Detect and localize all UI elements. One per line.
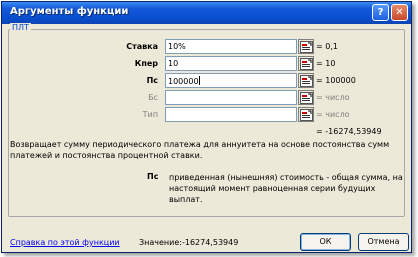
value-label: Значение: [139,238,182,247]
arg-input-rate[interactable]: 10% [165,39,297,54]
collapse-dialog-icon[interactable] [298,90,314,105]
arg-result-fv: = число [316,93,350,102]
arg-input-pv[interactable]: 100000 [165,73,297,88]
arg-label-fv: Бс [148,93,158,102]
arg-input-pv-value: 100000 [168,77,199,86]
function-arguments-dialog: Аргументы функции ? ✕ ПЛТ Ставка 10% = 0… [1,1,412,253]
arg-result-type: = число [316,110,350,119]
collapse-dialog-icon[interactable] [298,39,314,54]
function-result: = -16274,53949 [316,127,382,136]
arg-label-nper: Кпер [134,59,158,68]
arg-result-nper: = 10 [316,59,336,68]
help-icon[interactable]: ? [372,4,389,21]
title-bar[interactable]: Аргументы функции ? ✕ [2,2,411,24]
help-link[interactable]: Справка по этой функции [10,238,120,247]
arg-result-rate: = 0,1 [316,42,338,51]
value-number: -16274,53949 [181,238,239,247]
function-description: Возвращает сумму периодического платежа … [10,140,390,160]
arg-input-type[interactable] [165,107,297,122]
argument-help-text: приведенная (нынешняя) стоимость - общая… [169,173,403,204]
arg-label-rate: Ставка [126,42,158,51]
arg-label-type: Тип [142,110,158,119]
function-name: ПЛТ [10,23,31,32]
arg-input-nper[interactable]: 10 [165,56,297,71]
arg-label-pv: Пс [146,76,158,85]
dialog-title: Аргументы функции [10,6,129,17]
cancel-button[interactable]: Отмена [358,233,409,251]
arg-result-pv: = 100000 [316,76,356,85]
argument-help-name: Пс [147,172,159,181]
ok-button[interactable]: ОК [300,233,351,251]
formula-value: Значение:-16274,53949 [139,238,238,247]
arg-input-fv[interactable] [165,90,297,105]
collapse-dialog-icon[interactable] [298,107,314,122]
collapse-dialog-icon[interactable] [298,73,314,88]
close-icon[interactable]: ✕ [391,4,408,21]
collapse-dialog-icon[interactable] [298,56,314,71]
text-caret [198,76,200,85]
